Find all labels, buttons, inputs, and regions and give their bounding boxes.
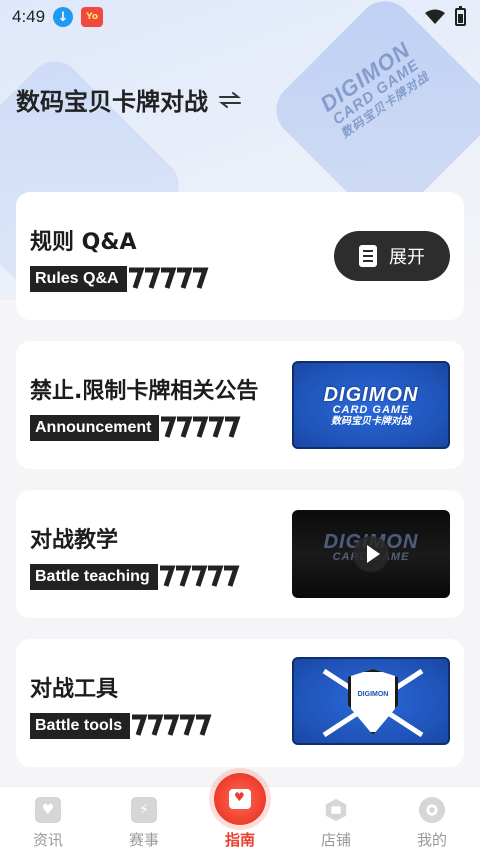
- swap-icon[interactable]: [218, 91, 242, 109]
- digimon-logo: DIGIMON CARD GAME 数码宝贝卡牌对战: [323, 384, 419, 427]
- battle-teaching-video-thumbnail[interactable]: DIGIMON CARD GAME: [292, 510, 450, 598]
- tag-decoration: [126, 266, 209, 292]
- card-title: 禁止.限制卡牌相关公告: [30, 379, 259, 404]
- battle-teaching-card[interactable]: 对战教学 Battle teaching DIGIMON CARD GAME: [16, 490, 464, 618]
- announcement-thumbnail[interactable]: DIGIMON CARD GAME 数码宝贝卡牌对战: [292, 361, 450, 449]
- battle-tools-thumbnail[interactable]: DIGIMON: [292, 657, 450, 745]
- announcement-card[interactable]: 禁止.限制卡牌相关公告 Announcement DIGIMON CARD GA…: [16, 341, 464, 469]
- nav-item-tournament[interactable]: ⚡ 赛事: [96, 787, 192, 854]
- tag-decoration: [132, 714, 212, 736]
- card-tag: Rules Q&A: [30, 266, 209, 292]
- card-title: 对战工具: [30, 677, 119, 702]
- nav-item-news[interactable]: ♥ 资讯: [0, 787, 96, 854]
- profile-icon: [419, 797, 445, 823]
- nav-item-shop[interactable]: 店铺: [288, 787, 384, 854]
- card-title: 对战教学: [30, 528, 119, 553]
- battle-tools-card[interactable]: 对战工具 Battle tools DIGIMON: [16, 639, 464, 767]
- tournament-icon: ⚡: [131, 797, 157, 823]
- card-tag: Battle teaching: [30, 564, 240, 590]
- tag-decoration: [159, 565, 240, 587]
- bottom-navigation: ♥ 资讯 ⚡ 赛事 指南 店铺 我的: [0, 773, 480, 854]
- download-icon: ↓: [53, 7, 74, 27]
- page-header: 数码宝贝卡牌对战: [16, 82, 242, 117]
- shield-logo-text: DIGIMON: [357, 691, 389, 698]
- shop-icon: [325, 798, 347, 822]
- wifi-icon: [425, 9, 445, 24]
- news-icon: ♥: [35, 797, 61, 823]
- clock: 4:49: [12, 7, 46, 26]
- document-icon: [359, 245, 377, 267]
- status-bar: 4:49 ↓ Yo: [0, 0, 480, 34]
- page-title: 数码宝贝卡牌对战: [16, 88, 208, 116]
- expand-button-label: 展开: [389, 247, 425, 268]
- rules-qa-card[interactable]: 规则 Q&A Rules Q&A 展开: [16, 192, 464, 320]
- tag-decoration: [161, 416, 241, 438]
- app-notification-icon: Yo: [81, 7, 104, 27]
- card-title: 规则 Q&A: [30, 230, 137, 255]
- card-tag: Announcement: [30, 415, 241, 441]
- card-tag: Battle tools: [30, 713, 212, 739]
- nav-item-guide[interactable]: 指南: [192, 773, 288, 854]
- expand-button[interactable]: 展开: [334, 231, 450, 281]
- nav-item-profile[interactable]: 我的: [384, 787, 480, 854]
- play-icon[interactable]: [353, 536, 389, 572]
- guide-icon: [214, 773, 266, 825]
- battery-icon: [455, 6, 466, 26]
